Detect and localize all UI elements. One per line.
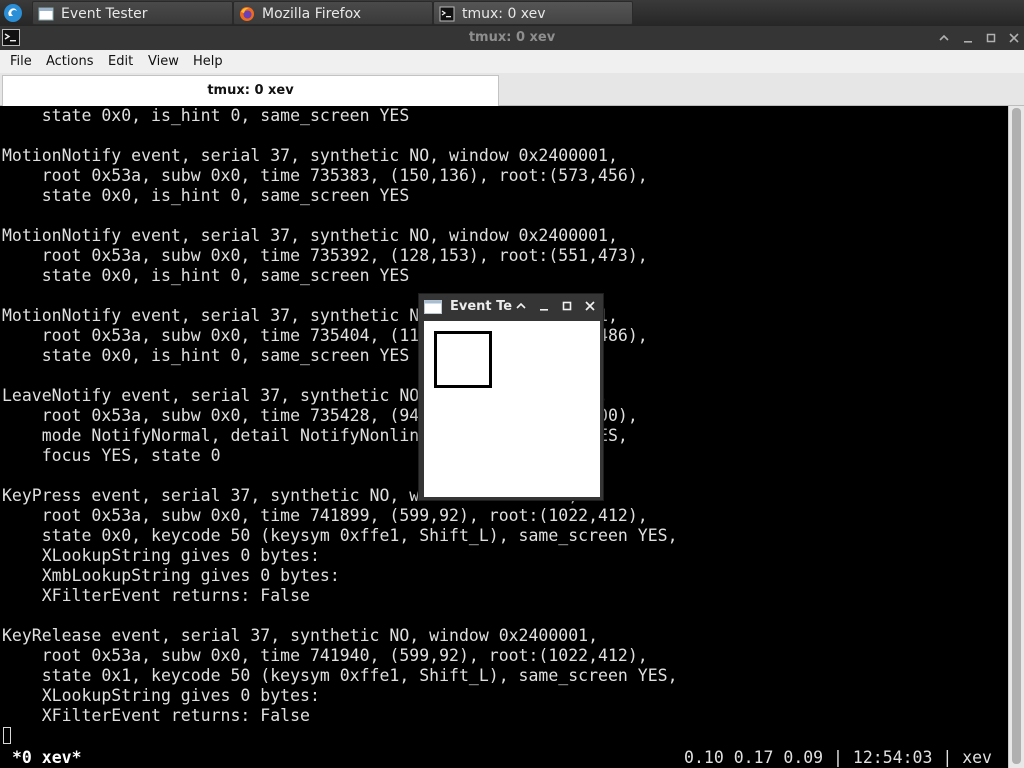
terminal-line: root 0x53a, subw 0x0, time 741940, (599,… bbox=[2, 646, 648, 665]
menubar: File Actions Edit View Help bbox=[0, 50, 1024, 73]
taskbar-item-label: Mozilla Firefox bbox=[262, 6, 362, 22]
window-icon bbox=[38, 6, 54, 22]
terminal-line: state 0x0, is_hint 0, same_screen YES bbox=[2, 186, 410, 205]
tab-tmux-xev[interactable]: tmux: 0 xev bbox=[2, 75, 499, 106]
taskbar-item-event-tester[interactable]: Event Tester bbox=[32, 1, 233, 25]
terminal-line: XFilterEvent returns: False bbox=[2, 706, 310, 725]
firefox-icon bbox=[239, 6, 255, 22]
event-tester-titlebar[interactable]: Event Te bbox=[419, 294, 603, 319]
window-titlebar[interactable]: tmux: 0 xev bbox=[0, 26, 1024, 50]
taskbar-item-label: tmux: 0 xev bbox=[462, 6, 546, 22]
taskbar-item-label: Event Tester bbox=[61, 6, 148, 22]
event-tester-canvas[interactable] bbox=[424, 321, 600, 497]
menu-actions[interactable]: Actions bbox=[46, 50, 94, 73]
event-tester-inner-window[interactable] bbox=[434, 331, 492, 388]
distro-logo-icon[interactable] bbox=[3, 3, 23, 23]
minimize-icon[interactable] bbox=[960, 30, 976, 46]
shade-icon[interactable] bbox=[936, 30, 952, 46]
terminal-line: MotionNotify event, serial 37, synthetic… bbox=[2, 146, 618, 165]
terminal-line: XLookupString gives 0 bytes: bbox=[2, 686, 320, 705]
tab-bar: tmux: 0 xev bbox=[0, 73, 1024, 106]
menu-view[interactable]: View bbox=[148, 50, 179, 73]
terminal-line: MotionNotify event, serial 37, synthetic… bbox=[2, 226, 618, 245]
terminal-line: state 0x0, is_hint 0, same_screen YES bbox=[2, 266, 410, 285]
terminal-line: KeyRelease event, serial 37, synthetic N… bbox=[2, 626, 599, 645]
taskbar-item-firefox[interactable]: Mozilla Firefox bbox=[233, 1, 433, 25]
window-icon bbox=[424, 299, 442, 314]
tmux-status-right: 0.10 0.17 0.09 | 12:54:03 | xev bbox=[684, 748, 992, 767]
menu-help[interactable]: Help bbox=[193, 50, 223, 73]
taskbar: Event Tester Mozilla Firefox tmux: 0 xev bbox=[0, 0, 1024, 27]
taskbar-item-terminal[interactable]: tmux: 0 xev bbox=[433, 1, 633, 25]
tmux-status-line: *0 xev* 0.10 0.17 0.09 | 12:54:03 | xev bbox=[0, 747, 1008, 768]
menu-edit[interactable]: Edit bbox=[108, 50, 133, 73]
event-tester-window[interactable]: Event Te bbox=[418, 293, 604, 501]
menu-file[interactable]: File bbox=[10, 50, 32, 73]
shade-icon[interactable] bbox=[514, 299, 528, 313]
close-icon[interactable] bbox=[583, 299, 597, 313]
close-icon[interactable] bbox=[1006, 30, 1022, 46]
event-tester-title: Event Te bbox=[450, 299, 513, 314]
terminal-line: state 0x0, keycode 50 (keysym 0xffe1, Sh… bbox=[2, 526, 678, 545]
terminal-cursor bbox=[3, 727, 11, 744]
terminal-line: XLookupString gives 0 bytes: bbox=[2, 546, 320, 565]
tmux-window-list[interactable]: *0 xev* bbox=[12, 747, 82, 768]
terminal-icon bbox=[439, 6, 455, 22]
terminal-line: state 0x0, is_hint 0, same_screen YES bbox=[2, 106, 410, 125]
terminal-line: root 0x53a, subw 0x0, time 735383, (150,… bbox=[2, 166, 648, 185]
terminal-scrollbar[interactable] bbox=[1008, 106, 1024, 768]
window-title: tmux: 0 xev bbox=[468, 30, 556, 45]
terminal-line: root 0x53a, subw 0x0, time 735392, (128,… bbox=[2, 246, 648, 265]
scrollbar-thumb[interactable] bbox=[1012, 108, 1021, 764]
maximize-icon[interactable] bbox=[983, 30, 999, 46]
terminal-line: root 0x53a, subw 0x0, time 741899, (599,… bbox=[2, 506, 648, 525]
terminal-line: state 0x1, keycode 50 (keysym 0xffe1, Sh… bbox=[2, 666, 678, 685]
maximize-icon[interactable] bbox=[560, 299, 574, 313]
terminal-line: XFilterEvent returns: False bbox=[2, 586, 310, 605]
minimize-icon[interactable] bbox=[537, 299, 551, 313]
terminal-line: XmbLookupString gives 0 bytes: bbox=[2, 566, 340, 585]
